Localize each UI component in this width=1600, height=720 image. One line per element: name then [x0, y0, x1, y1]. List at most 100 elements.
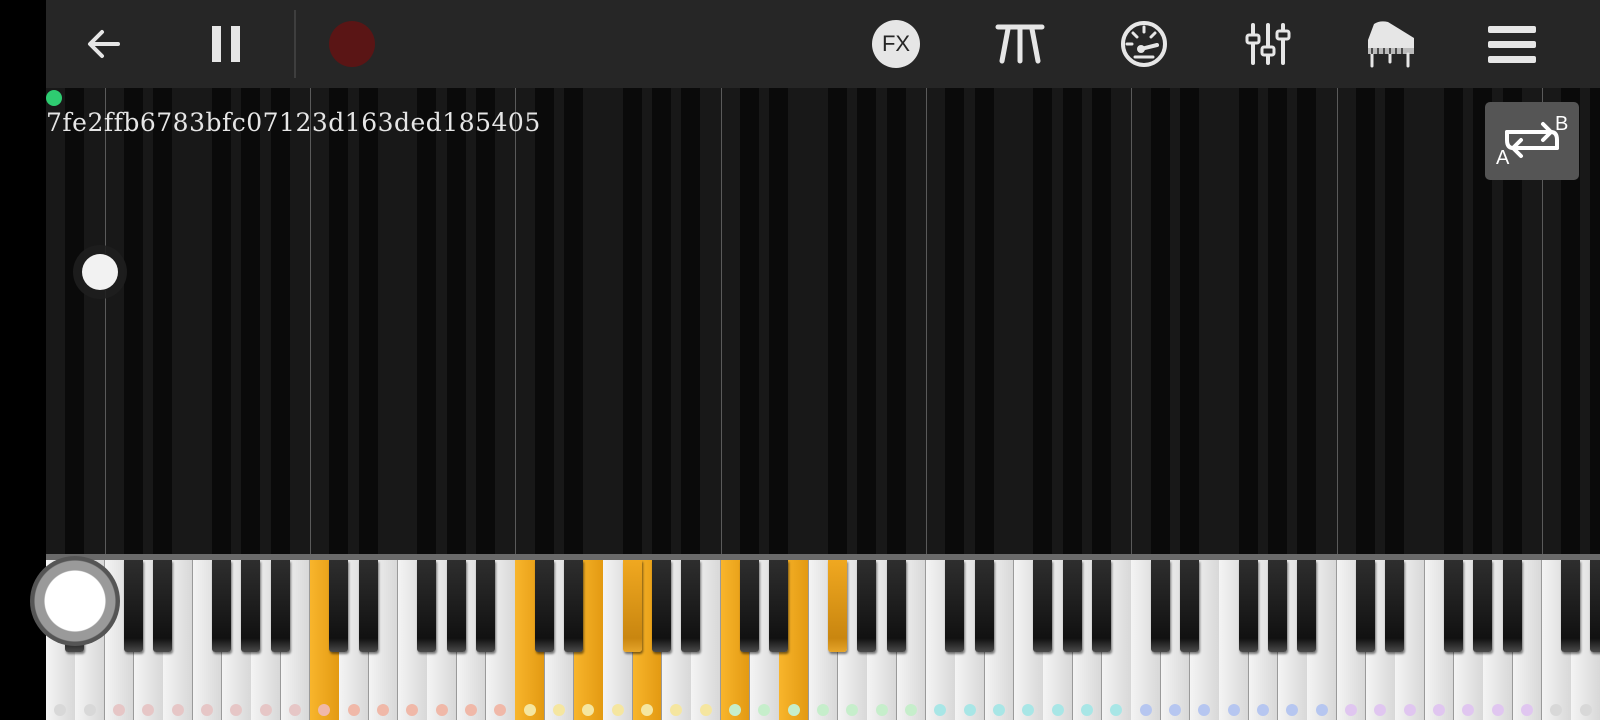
mixer-button[interactable] [1230, 6, 1306, 82]
hamburger-menu-icon [1488, 26, 1536, 63]
black-key[interactable] [1150, 560, 1170, 652]
black-key[interactable] [945, 560, 965, 652]
black-key[interactable] [1473, 560, 1493, 652]
roll-scroll-handle[interactable] [82, 254, 118, 290]
fx-label: FX [881, 31, 911, 56]
back-button[interactable] [66, 6, 142, 82]
pause-icon [212, 26, 240, 62]
note-lane [534, 88, 554, 554]
note-lane [1033, 88, 1053, 554]
black-key[interactable] [241, 560, 261, 652]
key-label [699, 704, 712, 716]
octave-line [309, 88, 311, 554]
note-lane [1179, 88, 1199, 554]
octave-line [515, 88, 517, 554]
key-label [992, 704, 1005, 716]
note-lane [1443, 88, 1463, 554]
black-key[interactable] [1238, 560, 1258, 652]
black-key[interactable] [622, 560, 642, 652]
key-label [1051, 704, 1064, 716]
black-key[interactable] [827, 560, 847, 652]
note-lane [153, 88, 173, 554]
black-key[interactable] [417, 560, 437, 652]
key-label [435, 704, 448, 716]
note-lane [1062, 88, 1082, 554]
key-label [377, 704, 390, 716]
metronome-button[interactable] [982, 6, 1058, 82]
keyboard-scroll-handle[interactable] [30, 556, 120, 646]
black-key[interactable] [886, 560, 906, 652]
octave-line [925, 88, 927, 554]
black-key[interactable] [1355, 560, 1375, 652]
key-label [1520, 704, 1533, 716]
key-label [1080, 704, 1093, 716]
note-lane [475, 88, 495, 554]
black-key[interactable] [857, 560, 877, 652]
black-key[interactable] [123, 560, 143, 652]
key-label [83, 704, 96, 716]
note-lane [270, 88, 290, 554]
instrument-button[interactable] [1354, 6, 1430, 82]
key-label [963, 704, 976, 716]
black-key[interactable] [681, 560, 701, 652]
black-key[interactable] [563, 560, 583, 652]
black-key[interactable] [1033, 560, 1053, 652]
key-label [1403, 704, 1416, 716]
note-lane [211, 88, 231, 554]
black-key[interactable] [1091, 560, 1111, 652]
key-label [1227, 704, 1240, 716]
key-label [289, 704, 302, 716]
black-key[interactable] [475, 560, 495, 652]
key-label [728, 704, 741, 716]
black-key[interactable] [1443, 560, 1463, 652]
note-lane [358, 88, 378, 554]
black-key[interactable] [1267, 560, 1287, 652]
fx-button[interactable]: FX [858, 6, 934, 82]
black-key[interactable] [329, 560, 349, 652]
black-key[interactable] [534, 560, 554, 652]
loop-label-a: A [1496, 147, 1510, 168]
note-lane [1150, 88, 1170, 554]
key-label [1579, 704, 1592, 716]
record-icon [329, 21, 375, 67]
black-key[interactable] [358, 560, 378, 652]
black-key[interactable] [769, 560, 789, 652]
black-key[interactable] [270, 560, 290, 652]
key-label [171, 704, 184, 716]
key-label [406, 704, 419, 716]
note-roll[interactable]: 7fe2ffb6783bfc07123d163ded185405 A B [46, 88, 1600, 554]
key-label [523, 704, 536, 716]
key-label [758, 704, 771, 716]
note-lane [857, 88, 877, 554]
black-key[interactable] [1062, 560, 1082, 652]
black-key[interactable] [1561, 560, 1581, 652]
black-key[interactable] [211, 560, 231, 652]
key-label [1491, 704, 1504, 716]
tempo-button[interactable] [1106, 6, 1182, 82]
menu-button[interactable] [1474, 6, 1550, 82]
black-key[interactable] [651, 560, 671, 652]
piano-keyboard[interactable] [46, 560, 1600, 720]
note-lane [622, 88, 642, 554]
black-key[interactable] [446, 560, 466, 652]
octave-line [720, 88, 722, 554]
black-key[interactable] [1502, 560, 1522, 652]
record-button[interactable] [314, 6, 390, 82]
key-label [553, 704, 566, 716]
black-key[interactable] [1590, 560, 1600, 652]
note-lane [417, 88, 437, 554]
key-label [641, 704, 653, 716]
metronome-icon [995, 24, 1045, 64]
key-label [1432, 704, 1445, 716]
pause-button[interactable] [188, 6, 264, 82]
key-label [875, 704, 888, 716]
black-key[interactable] [739, 560, 759, 652]
key-label [494, 704, 507, 716]
black-key[interactable] [974, 560, 994, 652]
key-label [1344, 704, 1357, 716]
black-key[interactable] [153, 560, 173, 652]
black-key[interactable] [1385, 560, 1405, 652]
black-key[interactable] [1179, 560, 1199, 652]
ab-loop-button[interactable]: A B [1485, 102, 1579, 180]
black-key[interactable] [1297, 560, 1317, 652]
